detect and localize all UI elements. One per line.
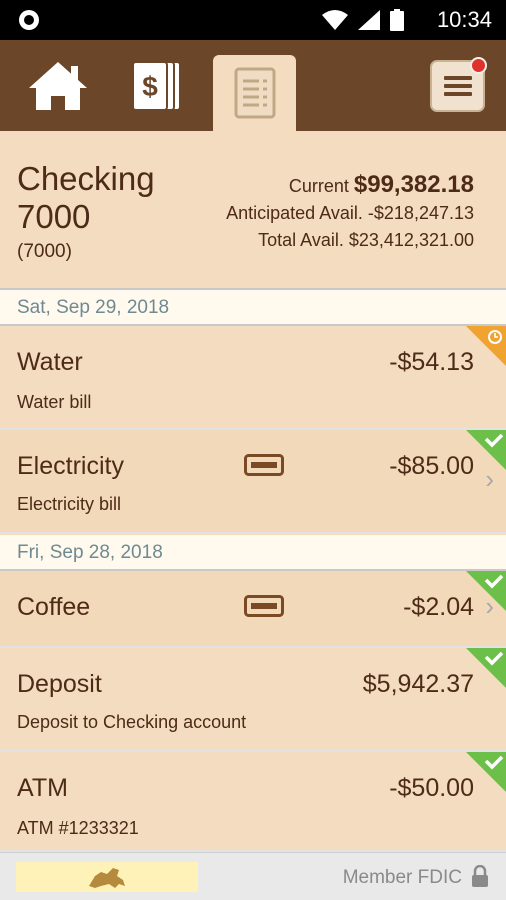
- cleared-check-icon: [466, 648, 506, 688]
- total-label: Total Avail.: [258, 230, 344, 250]
- transaction-memo: ATM #1233321: [17, 818, 139, 838]
- horse-logo-icon: [89, 868, 125, 888]
- anticipated-label: Anticipated Avail.: [226, 203, 363, 223]
- card-icon: [244, 454, 284, 476]
- svg-text:$: $: [142, 71, 158, 102]
- transaction-memo: Electricity bill: [17, 494, 122, 514]
- transaction-amount: -$2.04: [403, 593, 474, 621]
- nav-statement-tab[interactable]: [213, 55, 296, 131]
- footer: Member FDIC: [0, 852, 506, 900]
- notification-dot: [470, 57, 487, 74]
- document-list-icon: [234, 67, 275, 119]
- transaction-amount: -$54.13: [389, 348, 474, 376]
- status-bar: 10:34: [0, 0, 506, 40]
- transaction-row[interactable]: ATM -$50.00 ATM #1233321: [0, 752, 506, 852]
- transaction-row[interactable]: Electricity -$85.00 › Electricity bill: [0, 430, 506, 534]
- pending-clock-icon: [466, 326, 506, 366]
- top-nav-bar: $: [0, 40, 506, 131]
- nav-accounts-button[interactable]: $: [122, 40, 192, 131]
- transaction-row[interactable]: Coffee -$2.04 ›: [0, 571, 506, 648]
- date-header: Sat, Sep 29, 2018: [0, 290, 506, 326]
- transaction-name: Electricity: [17, 452, 124, 480]
- transaction-amount: -$85.00: [389, 452, 474, 480]
- battery-icon: [390, 9, 404, 31]
- transaction-memo: Water bill: [17, 392, 92, 412]
- cell-signal-icon: [358, 10, 380, 30]
- current-balance: $99,382.18: [353, 171, 474, 198]
- account-number: (7000): [17, 241, 72, 262]
- transaction-amount: -$50.00: [389, 774, 474, 802]
- camera-notification-icon: [19, 10, 39, 30]
- account-name: Checking 7000: [17, 160, 155, 235]
- total-balance: $23,412,321.00: [348, 230, 474, 250]
- hamburger-menu-icon: [443, 76, 472, 96]
- date-header: Fri, Sep 28, 2018: [0, 535, 506, 571]
- lock-icon: [472, 865, 488, 887]
- transaction-name: ATM: [17, 774, 68, 802]
- transaction-row[interactable]: Water -$54.13 Water bill: [0, 326, 506, 430]
- cleared-check-icon: [466, 571, 506, 611]
- bank-logo: [16, 862, 198, 892]
- current-label: Current: [288, 176, 349, 196]
- transaction-name: Coffee: [17, 593, 91, 621]
- menu-button[interactable]: [430, 57, 487, 112]
- account-summary: Checking 7000 (7000) Current $99,382.18 …: [0, 131, 506, 290]
- member-fdic-label: Member FDIC: [342, 867, 462, 888]
- dollar-cards-icon: $: [132, 60, 181, 111]
- balances: Current $99,382.18 Anticipated Avail. -$…: [226, 171, 474, 254]
- cleared-check-icon: [466, 430, 506, 470]
- clock: 10:34: [436, 7, 492, 32]
- cleared-check-icon: [466, 752, 506, 792]
- card-icon: [244, 595, 284, 617]
- transaction-memo: Deposit to Checking account: [17, 712, 247, 732]
- nav-home-button[interactable]: [20, 40, 96, 131]
- anticipated-balance: -$218,247.13: [367, 203, 474, 223]
- transaction-amount: $5,942.37: [362, 670, 474, 698]
- house-icon: [29, 61, 87, 110]
- transaction-name: Deposit: [17, 670, 102, 698]
- wifi-icon: [322, 10, 348, 30]
- transaction-row[interactable]: Deposit $5,942.37 Deposit to Checking ac…: [0, 648, 506, 752]
- transaction-name: Water: [17, 348, 83, 376]
